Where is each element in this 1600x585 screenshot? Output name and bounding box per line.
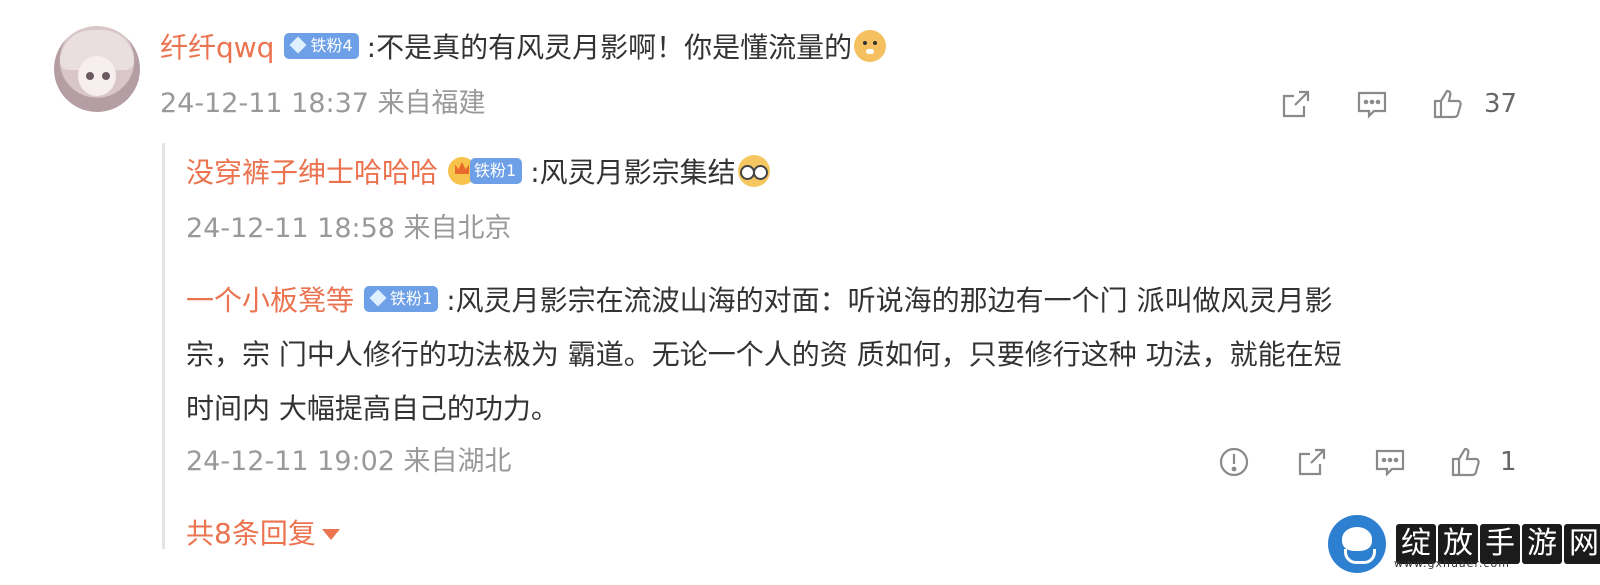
like-count: 37 [1484,89,1518,119]
reply-meta: 24-12-11 19:02 来自湖北 [186,446,512,477]
fan-badge[interactable]: 铁粉1 [470,158,523,184]
like-icon [1451,447,1480,477]
like-button[interactable] [1428,84,1468,124]
report-icon [1219,447,1249,477]
reply-text-line: :风灵月影宗在流波山海的对面：听说海的那边有一个门 派叫做风灵月影 [446,284,1333,317]
watermark-url: www.gxhuaer.com [1394,557,1510,570]
fan-badge-label: 铁粉1 [474,161,517,180]
octopus-logo-icon [1328,515,1386,573]
caret-down-icon [321,529,340,540]
reply-meta: 24-12-11 18:58 来自北京 [186,213,512,244]
share-icon [1298,448,1326,476]
watermark-char: 网 [1564,524,1600,564]
reply-username[interactable]: 一个小板凳等 [186,284,354,317]
comment-icon [1357,91,1387,119]
more-replies-link[interactable]: 共8条回复 [186,516,340,552]
reply-header: 一个小板凳等 铁粉1 :风灵月影宗在流波山海的对面：听说海的那边有一个门 派叫做风灵… [186,283,1333,319]
fan-badge[interactable]: 铁粉4 [284,33,359,59]
share-button[interactable] [1292,442,1332,482]
avatar[interactable] [54,26,140,112]
fan-badge[interactable]: 铁粉1 [364,286,439,312]
like-icon [1433,89,1462,119]
reply-text-line: 时间内 大幅提高自己的功力。 [186,392,559,425]
fan-badge-label: 铁粉1 [390,289,433,308]
like-count: 1 [1500,447,1517,477]
watermark: 绽 放 手 游 网 www.gxhuaer.com [1328,513,1600,575]
comment-icon [1375,449,1405,477]
comment-button[interactable] [1370,442,1410,482]
like-button[interactable] [1446,442,1486,482]
diamond-icon [289,36,307,54]
more-replies-label: 共8条回复 [186,517,316,550]
share-button[interactable] [1276,84,1316,124]
comment-meta: 24-12-11 18:37 来自福建 [160,88,486,119]
comment-text: :不是真的有风灵月影啊！你是懂流量的 [366,31,853,64]
report-button[interactable] [1214,442,1254,482]
comment-username[interactable]: 纤纤qwq [160,31,274,64]
reply-header: 没穿裤子绅士哈哈哈 铁粉1 :风灵月影宗集结 [186,155,770,191]
comment-button[interactable] [1352,84,1392,124]
reply-thread-divider [162,143,165,549]
watermark-char: 游 [1522,524,1562,564]
share-icon [1282,90,1310,118]
reply-text-line: 宗，宗 门中人修行的功法极为 霸道。无论一个人的资 质如何，只要修行这种 功法，… [186,338,1342,371]
diamond-icon [369,289,387,307]
reply-username[interactable]: 没穿裤子绅士哈哈哈 [186,156,438,189]
doge-emoji-icon [854,30,887,62]
glasses-emoji-icon [737,155,770,187]
reply-text: :风灵月影宗集结 [530,156,736,189]
fan-badge-label: 铁粉4 [310,36,353,55]
comment-header: 纤纤qwq 铁粉4 :不是真的有风灵月影啊！你是懂流量的 [160,30,887,66]
